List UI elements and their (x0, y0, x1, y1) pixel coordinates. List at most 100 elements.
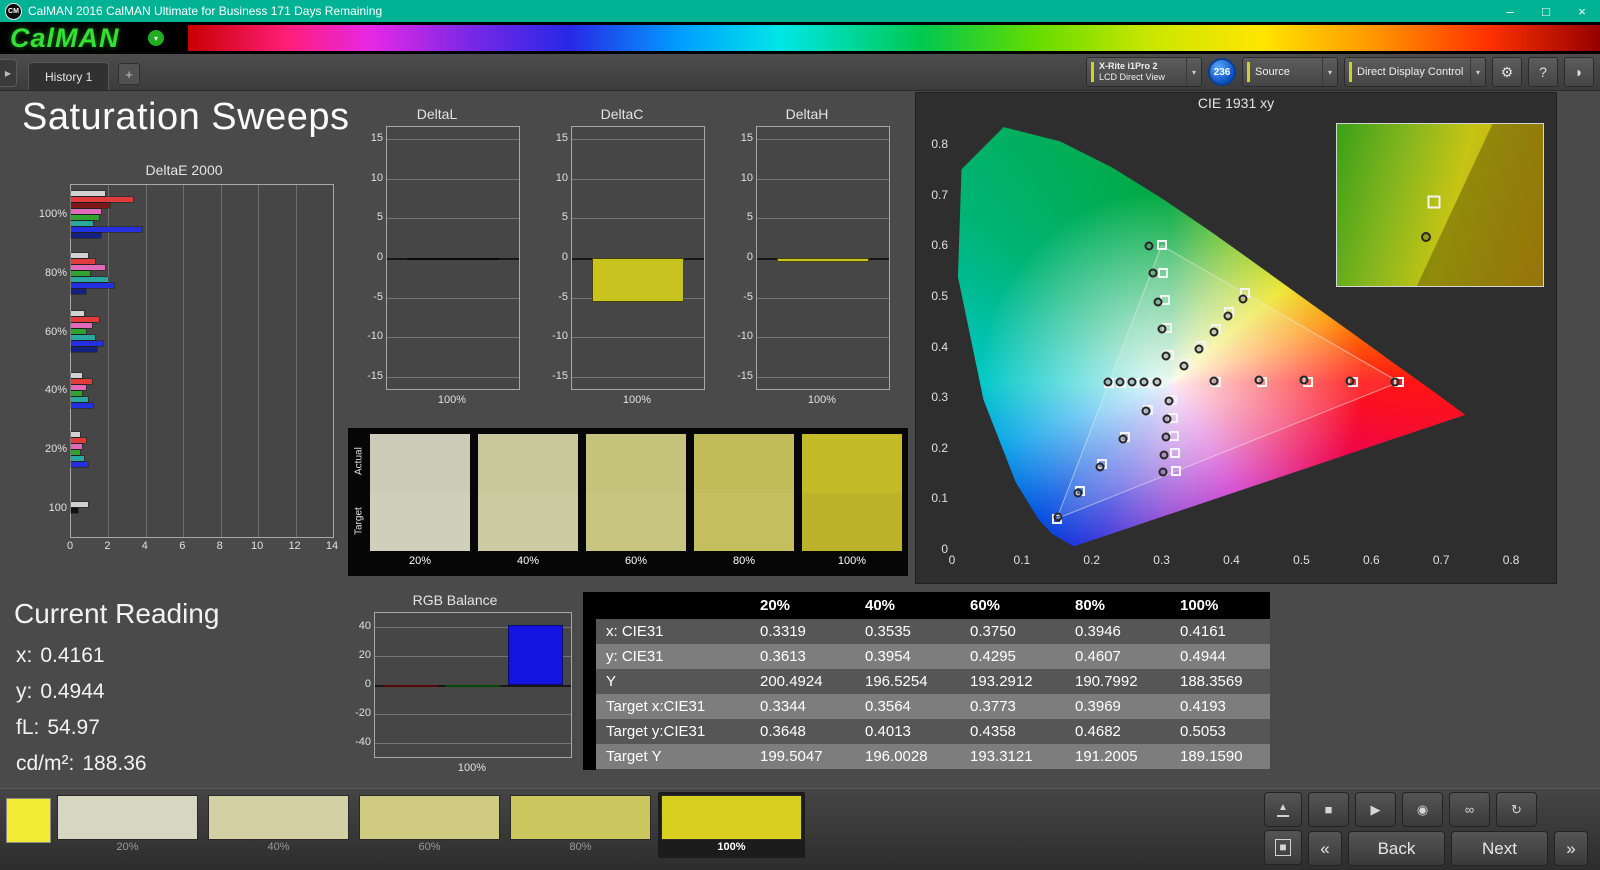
deltal-chart: DeltaL 15 10 5 0 -5 -10 -15 100% (348, 104, 526, 424)
cie-xtick: 0.4 (1223, 553, 1240, 567)
table-header-cell: 100% (1180, 597, 1219, 614)
deltae-bar (71, 196, 133, 202)
ytick-label: 15 (740, 131, 753, 144)
cie-measured-point (1115, 377, 1125, 387)
table-cell: 0.3750 (970, 623, 1016, 640)
first-page-button[interactable]: « (1308, 831, 1342, 866)
source-status-accent (1247, 62, 1250, 82)
tab-history-1[interactable]: History 1 (28, 62, 110, 90)
target-row-label: Target (353, 507, 365, 535)
next-button[interactable]: Next (1451, 831, 1548, 866)
swatch-actual-color (370, 434, 470, 493)
loop-button[interactable]: ∞ (1449, 792, 1490, 827)
pattern-window-controls: ▲ ■ (1264, 792, 1302, 865)
ytick-label: 40 (358, 620, 371, 633)
deltae-group: 40% (45, 361, 333, 420)
refresh-button[interactable]: ↻ (1496, 792, 1537, 827)
last-page-button[interactable]: » (1554, 831, 1588, 866)
ytick-label: -5 (558, 290, 568, 303)
saturation-swatch (586, 434, 686, 551)
pattern-swatch-40%[interactable]: 40% (205, 792, 352, 858)
deltae-group-label: 100% (38, 208, 67, 221)
play-button[interactable]: ▶ (1355, 792, 1396, 827)
deltae-group-label: 80% (44, 267, 67, 279)
cie-xtick: 0.2 (1083, 553, 1101, 567)
stop-button[interactable]: ■ (1308, 792, 1349, 827)
chart-title: DeltaC (600, 106, 644, 122)
ytick-label: 10 (370, 171, 383, 184)
meter-dropdown[interactable]: X-Rite i1Pro 2 LCD Direct View ▾ (1086, 57, 1202, 87)
deltae-bar (71, 341, 103, 347)
pattern-window-button[interactable]: ▲ (1264, 792, 1302, 827)
table-cell: 0.3969 (1075, 698, 1121, 715)
source-dropdown[interactable]: Source ▾ (1242, 57, 1338, 87)
gridline (387, 218, 519, 220)
gridline (572, 138, 704, 140)
logo-menu-button[interactable]: ▾ (148, 30, 164, 46)
gridline (387, 377, 519, 379)
reading-fl: fL: 54.97 (16, 716, 100, 740)
add-tab-button[interactable]: + (118, 63, 140, 85)
measurement-table: 20% 40% 60% 80% 100% x: CIE31 0.3319 0.3535 0.37… (596, 592, 1270, 769)
eject-icon: ▲ (1277, 802, 1289, 817)
table-edge-strip (583, 592, 596, 770)
x-axis-label: 100% (807, 394, 837, 406)
help-button[interactable]: ? (1528, 57, 1558, 87)
ytick-label: 15 (555, 131, 568, 144)
ytick-label: 0 (364, 678, 371, 690)
rgb-balance-chart: RGB Balance 40 20 0 -20 -40 100% (328, 590, 582, 790)
chart-title: RGB Balance (412, 592, 498, 608)
cie-measured-point (1127, 377, 1137, 387)
deltae-bar (71, 288, 86, 294)
session-options-button[interactable]: ◗ (1564, 57, 1594, 87)
maximize-button[interactable]: □ (1528, 0, 1564, 22)
cie-ytick: 0 (941, 542, 948, 556)
deltae-group-label: 60% (44, 325, 67, 338)
table-cell: 0.4013 (865, 723, 911, 740)
cie-measured-point (1299, 375, 1309, 385)
pattern-swatch-80%[interactable]: 80% (507, 792, 654, 858)
table-cell: x: CIE31 (606, 623, 664, 640)
deltae-group: 100% (39, 185, 333, 244)
cie-measured-point (1159, 450, 1169, 460)
display-control-dropdown[interactable]: Direct Display Control ▾ (1344, 57, 1486, 87)
sidebar-collapse-button[interactable]: ▶ (0, 59, 17, 87)
cie-measured-point (1209, 327, 1219, 337)
ytick-label: 15 (370, 131, 383, 144)
pattern-swatch-100%[interactable]: 100% (658, 792, 805, 858)
cie-measured-point (1238, 294, 1248, 304)
swatch-target-color (370, 492, 470, 551)
gridline (387, 138, 519, 140)
deltac-chart: DeltaC 15 10 5 0 -5 -10 -15 100% (533, 104, 711, 424)
deltae-group-label: 20% (44, 443, 67, 456)
meter-mode: LCD Direct View (1099, 72, 1165, 82)
cie-target-point (1156, 240, 1167, 251)
cie-xtick: 0.8 (1502, 553, 1520, 567)
pattern-swatch-60%[interactable]: 60% (356, 792, 503, 858)
help-icon: ? (1539, 64, 1547, 80)
back-button[interactable]: Back (1348, 831, 1445, 866)
back-label: Back (1377, 838, 1416, 858)
saturation-swatch (478, 434, 578, 551)
reading-y: y: 0.4944 (16, 680, 105, 704)
deltae-bar (71, 190, 105, 196)
record-button[interactable]: ◉ (1402, 792, 1443, 827)
deltae-bar (71, 323, 92, 329)
gridline (757, 138, 889, 140)
table-cell: 0.5053 (1180, 723, 1226, 740)
record-icon: ◉ (1416, 801, 1429, 817)
deltae-xtick: 14 (325, 540, 339, 552)
pattern-swatch-20%[interactable]: 20% (54, 792, 201, 858)
rainbow-gradient (188, 25, 1600, 51)
chevron-down-icon: ▾ (1321, 58, 1337, 86)
play-icon: ▶ (1370, 801, 1381, 817)
settings-button[interactable]: ⚙ (1492, 57, 1522, 87)
table-cell: 193.3121 (970, 748, 1033, 765)
reading-fl-label: fL: (16, 716, 40, 739)
close-button[interactable]: × (1564, 0, 1600, 22)
swatch-label: 80% (732, 555, 756, 567)
deltah-plot-area: 15 10 5 0 -5 -10 -15 (737, 126, 890, 390)
minimize-button[interactable]: – (1492, 0, 1528, 22)
deltae-xtick: 10 (251, 540, 264, 552)
fullscreen-pattern-button[interactable]: ■ (1264, 830, 1302, 865)
